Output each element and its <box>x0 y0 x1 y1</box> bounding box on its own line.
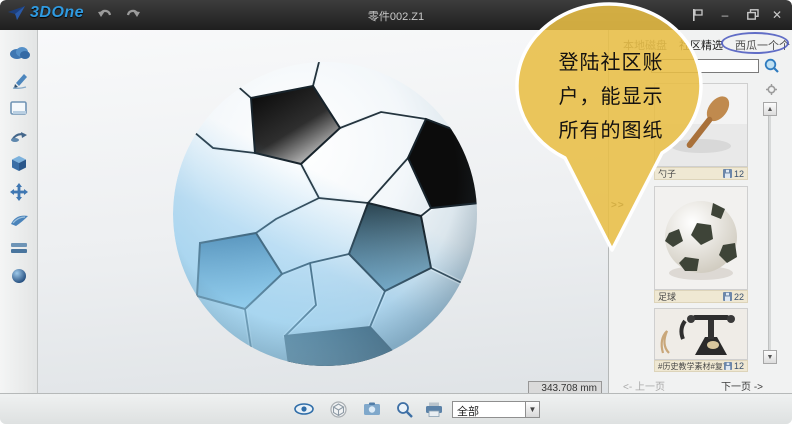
item-title: 足球 <box>658 290 676 303</box>
sketch-pencil-button[interactable] <box>0 66 38 94</box>
item-title: #历史教学素材#复古电话 <box>658 361 724 372</box>
list-item-telephone[interactable]: #历史教学素材#复古电话 12 <box>654 308 748 372</box>
viewport-3d[interactable]: 343.708 mm <box>38 30 608 393</box>
gear-icon <box>766 84 777 95</box>
scroll-down-button[interactable]: ▼ <box>763 350 777 364</box>
minimize-button[interactable]: – <box>714 6 736 23</box>
bars-icon <box>10 242 28 254</box>
print-button[interactable] <box>422 398 446 420</box>
download-count: 22 <box>723 292 744 302</box>
pencil-icon <box>11 72 28 89</box>
titlebar: 3DOne 零件002.Z1 – <box>0 0 792 30</box>
cloud-icon <box>9 45 30 60</box>
soccer-thumbnail <box>654 186 748 290</box>
render-snapshot-button[interactable] <box>360 398 384 420</box>
pin-flag-button[interactable] <box>686 6 708 23</box>
left-toolbar <box>0 30 38 393</box>
save-disk-icon <box>724 362 732 370</box>
restore-icon <box>747 9 759 20</box>
scroll-up-button[interactable]: ▲ <box>763 102 777 116</box>
bottom-toolbar: 全部 ▼ <box>0 393 792 424</box>
spoon-image <box>655 84 747 166</box>
prev-page-button[interactable]: <- 上一页 <box>623 378 665 393</box>
eye-icon <box>294 403 314 415</box>
sphere-icon <box>11 268 27 284</box>
wire-cube-icon <box>330 401 347 418</box>
app-window: 3DOne 零件002.Z1 – <box>0 0 792 424</box>
telephone-thumbnail <box>654 308 748 360</box>
snapshot-icon <box>363 402 381 416</box>
list-bars-button[interactable] <box>0 234 38 262</box>
curve-tool-button[interactable] <box>0 122 38 150</box>
panel-scrollbar: ▲ ▼ <box>763 102 777 364</box>
printer-icon <box>425 402 443 417</box>
tab-local-disk[interactable]: 本地磁盘 <box>623 37 667 53</box>
sketch-plane-button[interactable] <box>0 94 38 122</box>
undo-button[interactable] <box>95 5 115 23</box>
cube-icon <box>10 155 28 173</box>
search-icon <box>764 58 779 73</box>
flag-icon <box>692 9 703 21</box>
redo-icon <box>125 7 140 21</box>
close-button[interactable]: ✕ <box>766 6 788 23</box>
app-logo: 3DOne <box>8 4 84 22</box>
sphere-tool-button[interactable] <box>0 262 38 290</box>
magnifier-icon <box>396 401 413 418</box>
filter-dropdown-arrow[interactable]: ▼ <box>525 401 540 418</box>
restore-button[interactable] <box>742 6 764 23</box>
spoon-thumbnail <box>654 83 748 167</box>
save-disk-icon <box>723 169 732 178</box>
surface-swoosh-icon <box>10 213 29 227</box>
soccer-ball-model[interactable] <box>168 56 482 372</box>
tab-user-account[interactable]: 西瓜一个个 <box>735 37 790 53</box>
surface-tool-button[interactable] <box>0 206 38 234</box>
paper-plane-icon <box>8 6 26 21</box>
move-tool-button[interactable] <box>0 178 38 206</box>
item-label-row: 足球 22 <box>654 290 748 303</box>
move-arrows-icon <box>10 183 28 201</box>
cloud-models-button[interactable] <box>0 38 38 66</box>
document-title: 零件002.Z1 <box>196 8 596 24</box>
rectangle-plane-icon <box>10 101 28 116</box>
scrollbar-track[interactable] <box>768 116 771 350</box>
display-filter-select[interactable]: 全部 <box>452 401 526 418</box>
download-count: 12 <box>723 169 744 179</box>
search-button[interactable] <box>763 57 780 74</box>
settings-button[interactable] <box>765 83 778 96</box>
save-disk-icon <box>723 292 732 301</box>
zoom-button[interactable] <box>392 398 416 420</box>
next-page-button[interactable]: 下一页 -> <box>721 378 763 393</box>
list-item-soccer[interactable]: 足球 22 <box>654 186 748 303</box>
telephone-image <box>655 309 747 359</box>
tab-community-featured[interactable]: 社区精选 <box>679 37 723 53</box>
panel-collapse-handle[interactable]: >> <box>611 200 625 211</box>
solid-cube-button[interactable] <box>0 150 38 178</box>
visibility-button[interactable] <box>292 398 316 420</box>
redo-button[interactable] <box>122 5 142 23</box>
download-count: 12 <box>724 361 744 371</box>
soccer-image <box>655 187 747 289</box>
view-cube-button[interactable] <box>326 398 350 420</box>
undo-icon <box>98 7 113 21</box>
community-panel: >> 本地磁盘 社区精选 西瓜一个个 ▲ ▼ <box>608 30 792 393</box>
pagination: <- 上一页 下一页 -> <box>609 378 777 393</box>
item-label-row: 勺子 12 <box>654 167 748 180</box>
panel-tabs: 本地磁盘 社区精选 西瓜一个个 <box>623 37 790 53</box>
curve-arrow-icon <box>10 129 28 143</box>
item-label-row: #历史教学素材#复古电话 12 <box>654 360 748 372</box>
item-title: 勺子 <box>658 167 676 180</box>
app-logo-text: 3DOne <box>30 4 84 22</box>
list-item-spoon[interactable]: 勺子 12 <box>654 83 748 180</box>
search-input[interactable] <box>651 59 759 73</box>
